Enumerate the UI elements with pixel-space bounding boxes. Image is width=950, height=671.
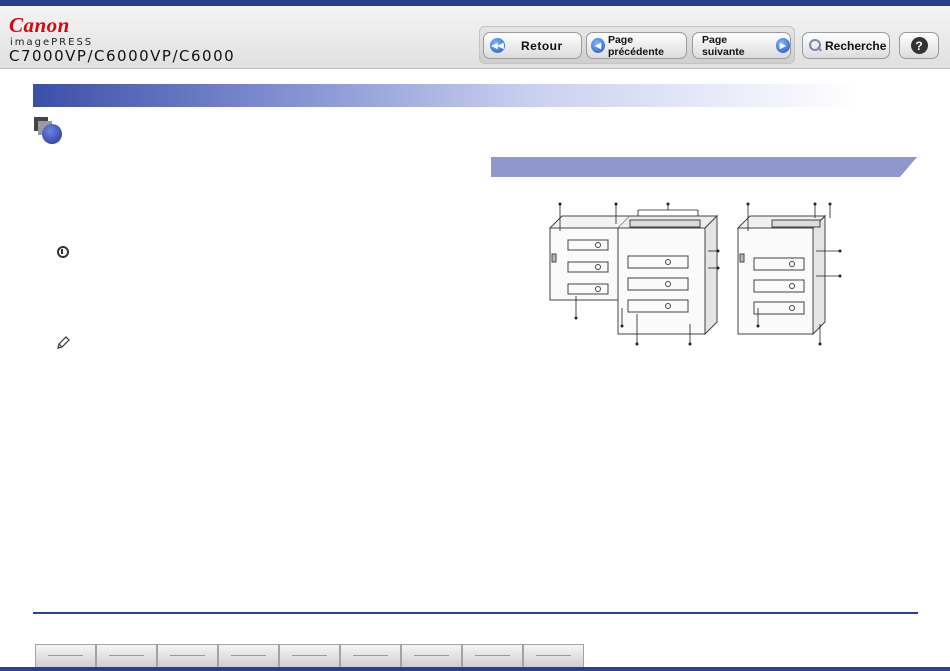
rewind-icon: ◀◀ <box>490 38 505 53</box>
search-button[interactable]: Recherche <box>802 32 890 59</box>
footer-tab-5[interactable] <box>279 644 340 667</box>
help-icon: ? <box>910 37 928 54</box>
previous-page-button[interactable]: ◀ Page précédente <box>586 32 687 59</box>
footer-tab-2[interactable] <box>96 644 157 667</box>
footer-tab-1[interactable] <box>35 644 96 667</box>
footer-tab-bar <box>35 644 584 667</box>
footer-tab-7[interactable] <box>401 644 462 667</box>
retour-label: Retour <box>521 38 563 53</box>
important-icon <box>57 246 69 258</box>
arrow-left-icon: ◀ <box>591 38 605 53</box>
page-title-bar <box>33 84 858 107</box>
footer-tab-3[interactable] <box>157 644 218 667</box>
footer-tab-9[interactable] <box>523 644 584 667</box>
help-button[interactable]: ? <box>899 32 939 59</box>
search-icon <box>809 39 822 52</box>
next-page-label: Page suivante <box>702 33 745 58</box>
footer-tab-6[interactable] <box>340 644 401 667</box>
previous-page-label: Page précédente <box>607 33 664 58</box>
figure-header-bar <box>491 157 917 177</box>
page: Canon imagePRESS C7000VP/C6000VP/C6000 ◀… <box>0 0 950 671</box>
arrow-right-icon: ▶ <box>775 38 790 53</box>
retour-button[interactable]: ◀◀ Retour <box>483 32 582 59</box>
bottom-stripe <box>0 667 950 671</box>
model-name: C7000VP/C6000VP/C6000 <box>9 47 236 65</box>
brand-logo: Canon <box>9 13 70 37</box>
next-page-button[interactable]: Page suivante ▶ <box>692 32 791 59</box>
footer-tab-8[interactable] <box>462 644 523 667</box>
search-label: Recherche <box>825 38 887 53</box>
section-icon <box>34 117 64 145</box>
footer-tab-4[interactable] <box>218 644 279 667</box>
footer-divider <box>33 612 918 614</box>
machine-illustration <box>548 202 842 346</box>
note-pencil-icon <box>57 336 70 349</box>
